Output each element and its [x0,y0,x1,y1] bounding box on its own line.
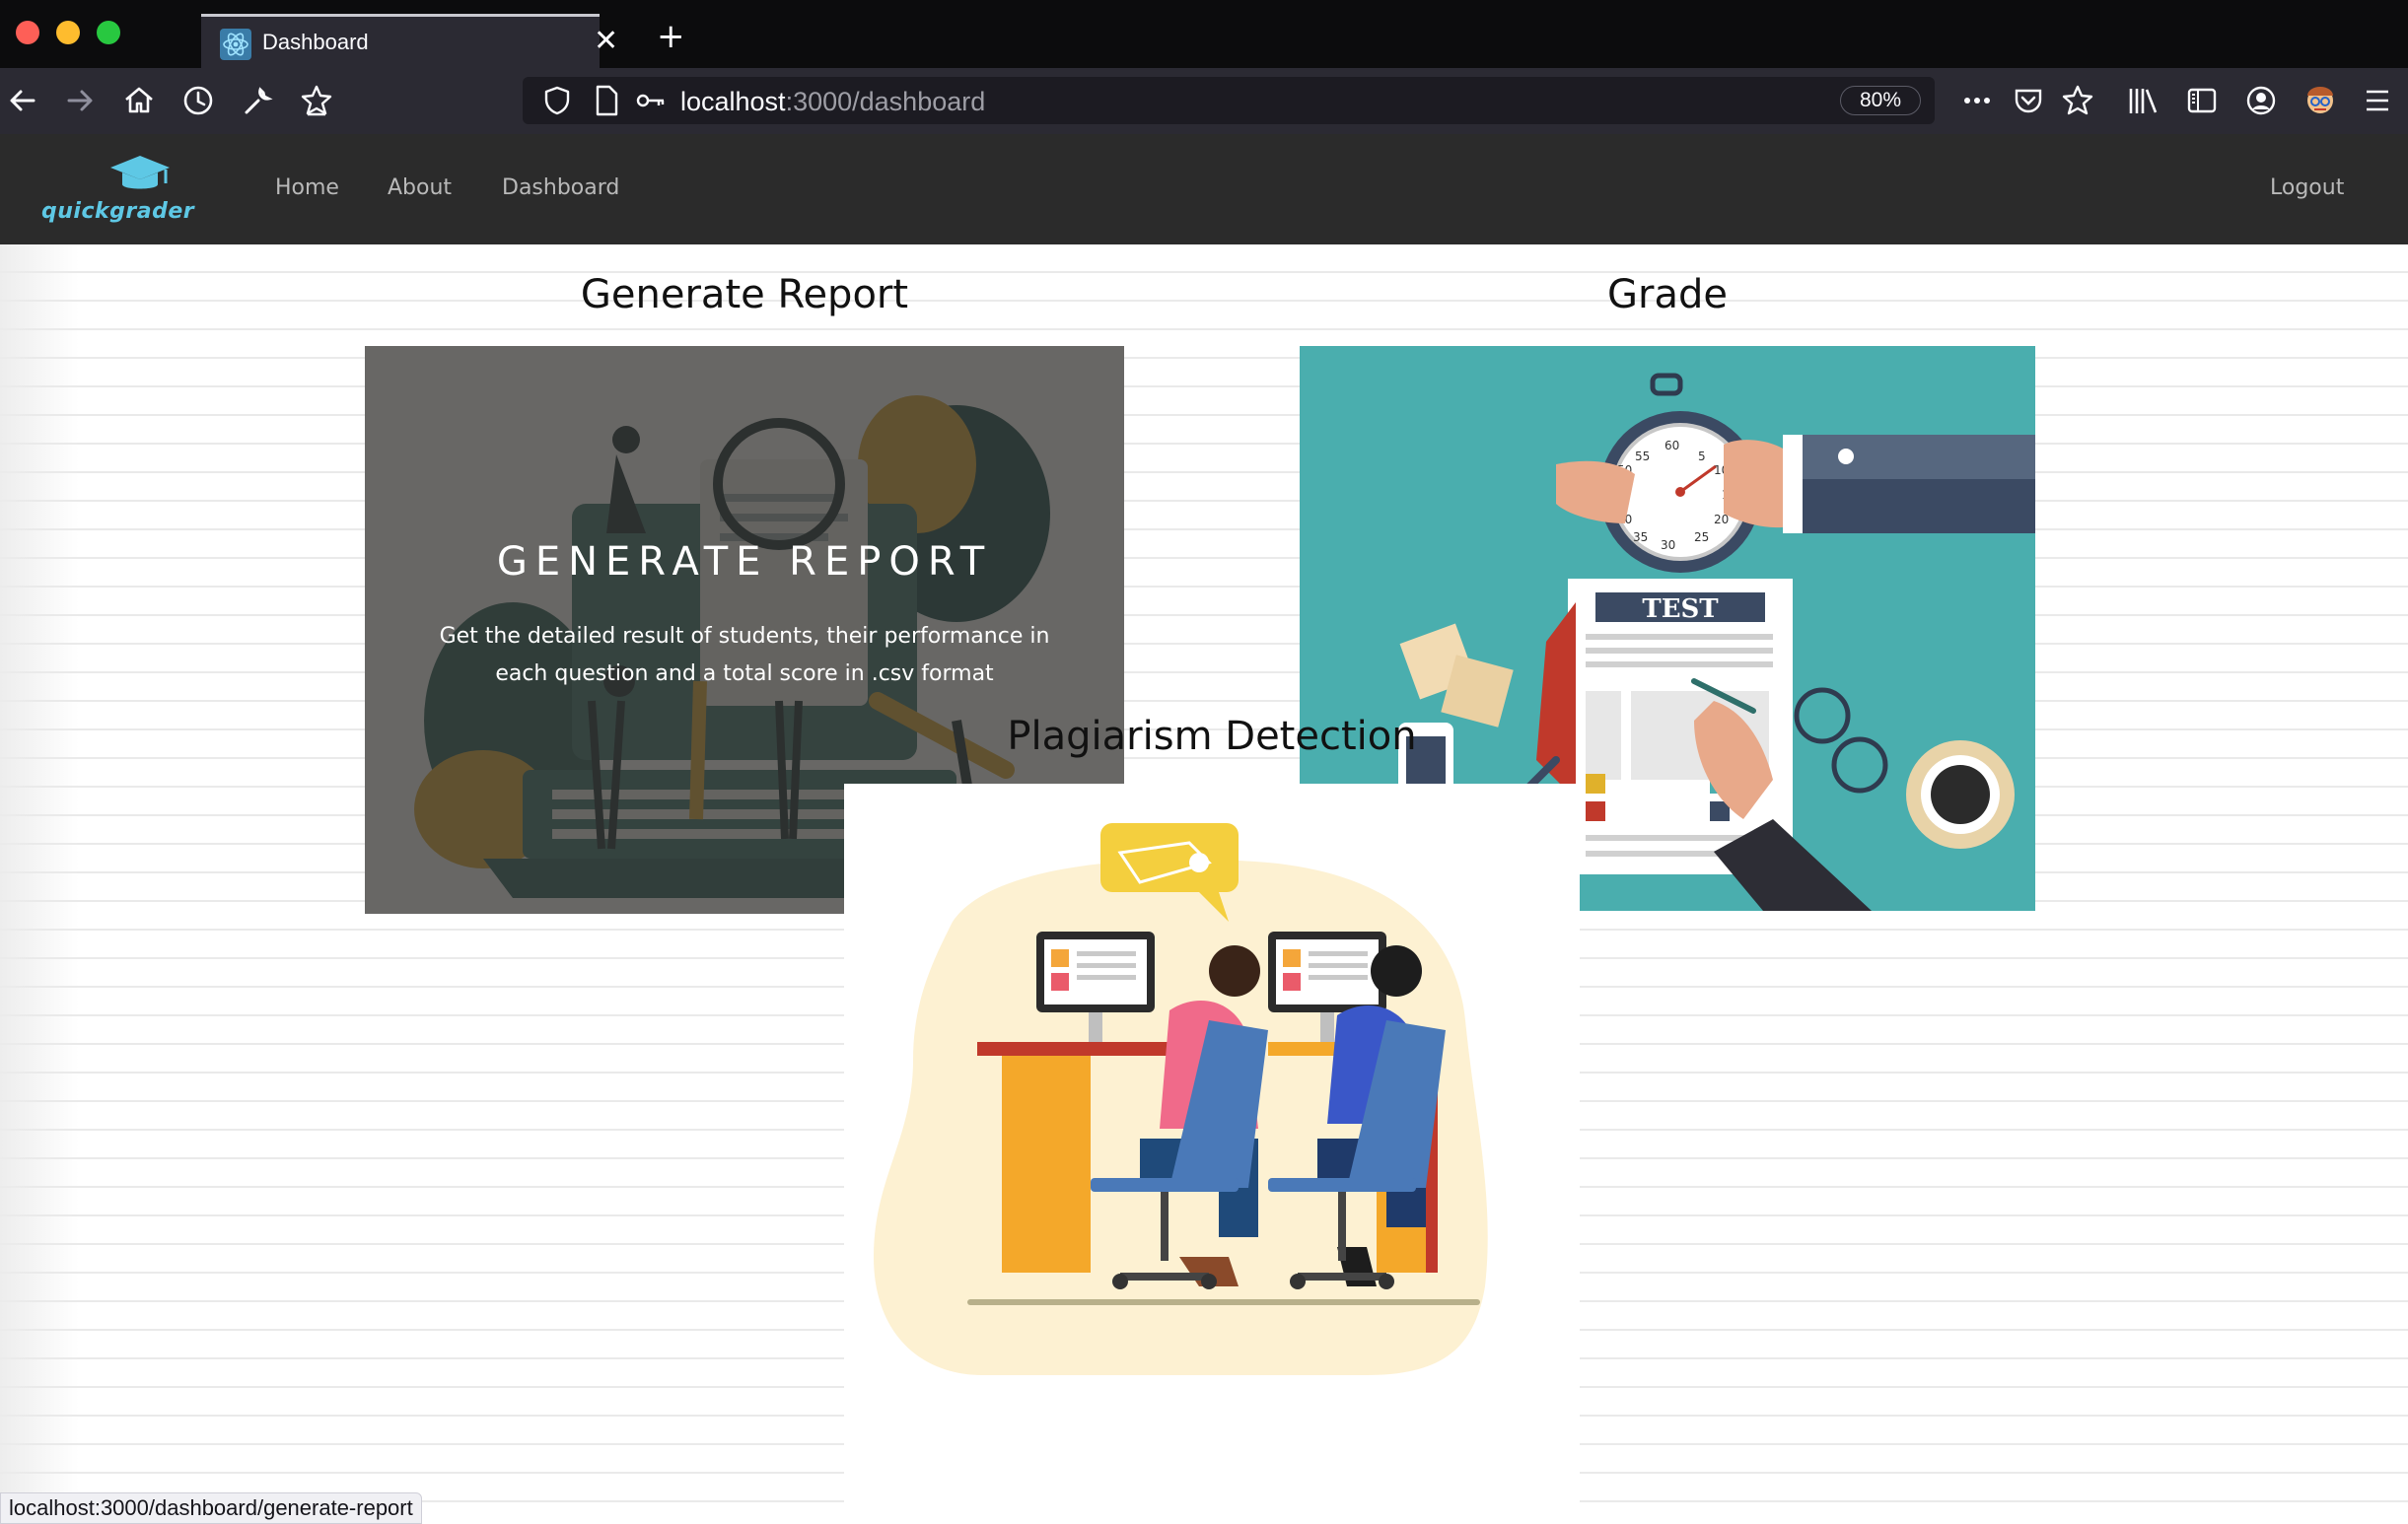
svg-text:55: 55 [1635,450,1650,463]
url-bar[interactable]: localhost:3000/dashboard 80% [523,77,2093,124]
forward-arrow-icon[interactable] [61,82,99,119]
close-tab-icon[interactable]: ✕ [594,27,618,56]
generate-report-heading: Generate Report [580,272,909,317]
star-icon[interactable] [2059,82,2096,119]
pocket-icon[interactable] [2010,82,2047,119]
browser-tab[interactable]: Dashboard ✕ [201,14,618,68]
key-icon[interactable] [631,82,669,119]
report-overlay-description: Get the detailed result of students, the… [439,624,1050,686]
svg-text:25: 25 [1694,530,1709,544]
library-icon[interactable] [2124,82,2161,119]
nav-link-dashboard[interactable]: Dashboard [502,175,619,200]
account-icon[interactable] [2242,82,2280,119]
bookmark-star-icon[interactable] [298,82,335,119]
home-icon[interactable] [120,82,158,119]
graduation-cap-icon [110,156,170,189]
nav-link-home[interactable]: Home [275,175,339,200]
svg-text:5: 5 [1698,450,1706,463]
left-edge-fade [0,244,79,1524]
url-path: :3000/dashboard [785,87,986,116]
url-text[interactable]: localhost:3000/dashboard [680,87,985,117]
logo-text: quickgrader [41,199,195,224]
svg-text:60: 60 [1664,439,1679,452]
close-window-button[interactable] [16,21,39,44]
new-tab-icon[interactable]: + [657,20,685,53]
browser-tabbar: Dashboard ✕ + [0,0,2408,68]
react-favicon-icon [220,29,251,60]
more-actions-icon[interactable] [1958,82,1996,119]
status-bar-link-preview: localhost:3000/dashboard/generate-report [0,1492,422,1524]
logout-link[interactable]: Logout [2270,175,2344,200]
svg-text:35: 35 [1633,530,1648,544]
quickgrader-logo[interactable]: quickgrader [41,154,199,233]
history-icon[interactable] [179,82,217,119]
dashboard-page: Generate Report GENERATE REPORT Get the … [0,244,2408,1524]
page-icon[interactable] [588,82,625,119]
plagiarism-heading: Plagiarism Detection [1007,714,1417,759]
maximize-window-button[interactable] [97,21,120,44]
browser-toolbar: localhost:3000/dashboard 80% [0,68,2408,134]
grade-heading: Grade [1607,272,1728,317]
back-arrow-icon[interactable] [4,82,41,119]
svg-text:30: 30 [1661,538,1675,552]
minimize-window-button[interactable] [56,21,80,44]
site-navbar: quickgrader Home About Dashboard Logout [0,134,2408,244]
tab-title: Dashboard [262,30,369,54]
report-overlay-title: GENERATE REPORT [496,539,993,585]
test-sheet-label: TEST [1642,594,1719,624]
sidebar-icon[interactable] [2183,82,2221,119]
nav-link-about[interactable]: About [388,175,452,200]
plagiarism-illustration [874,823,1488,1375]
wrench-icon[interactable] [239,82,276,119]
hamburger-menu-icon[interactable] [2359,82,2396,119]
shield-icon[interactable] [538,82,576,119]
plagiarism-card[interactable] [844,784,1580,1524]
zoom-level-badge[interactable]: 80% [1840,86,1921,115]
url-host: localhost [680,87,786,116]
extension-avatar-icon[interactable] [2302,82,2339,119]
